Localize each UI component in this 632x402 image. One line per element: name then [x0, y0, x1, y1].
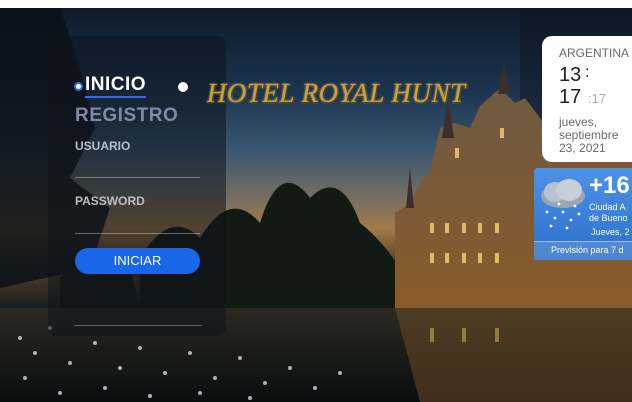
weather-city: Ciudad A: [589, 202, 626, 212]
password-input[interactable]: [75, 214, 200, 234]
radio-dot-icon[interactable]: [178, 82, 188, 92]
iniciar-button[interactable]: INICIAR: [75, 248, 200, 274]
weather-day: Jueves, 2: [591, 227, 630, 237]
weather-forecast-link[interactable]: Previsión para 7 d: [551, 245, 624, 255]
clock-hour: 13: [559, 64, 582, 86]
clock-minute: 17: [559, 86, 582, 108]
nav-tab-inicio[interactable]: INICIO: [74, 74, 147, 98]
nav-tab-registro[interactable]: REGISTRO: [75, 105, 178, 127]
top-strip: [0, 0, 632, 8]
usuario-input[interactable]: [75, 158, 200, 178]
weather-temperature: +16: [589, 172, 630, 199]
weather-city: de Bueno: [589, 213, 628, 223]
clock-date: jueves, septiembre 23, 2021: [559, 115, 619, 155]
hotel-title: HOTEL ROYAL HUNT: [207, 78, 466, 108]
cloud-rain-icon: [541, 179, 585, 230]
usuario-label: USUARIO: [75, 139, 131, 153]
clock-seconds: :17: [588, 91, 607, 106]
radio-dot-icon: [74, 81, 83, 91]
password-label: PASSWORD: [75, 194, 145, 208]
clock-colon: :: [585, 64, 590, 81]
nav-tab-inicio-label: INICIO: [85, 74, 147, 98]
divider: [74, 325, 202, 326]
clock-country: ARGENTINA: [559, 46, 630, 60]
